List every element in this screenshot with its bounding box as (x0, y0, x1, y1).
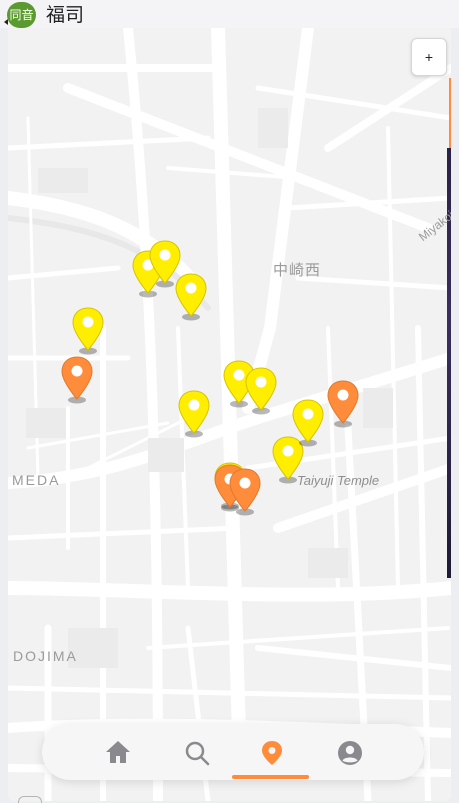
user-icon (338, 741, 362, 765)
map-pin-marker[interactable] (291, 399, 325, 447)
map-pin-marker[interactable] (326, 380, 360, 428)
map-label-dojima: DOJIMA (13, 648, 78, 664)
search-icon (185, 741, 210, 766)
map-pin-icon (262, 741, 282, 765)
nav-item-search[interactable] (166, 724, 226, 780)
map-pin-marker[interactable] (60, 356, 94, 404)
map-pin-marker[interactable] (228, 468, 262, 516)
nav-item-home[interactable] (87, 724, 147, 780)
map-pin-marker[interactable] (174, 273, 208, 321)
zoom-in-button[interactable]: + (411, 38, 447, 76)
map-pin-icon (229, 468, 261, 516)
app-header: 同音 福司 (0, 0, 459, 28)
map-pin-icon (72, 307, 104, 355)
map-pin-marker[interactable] (71, 307, 105, 355)
map-pin-marker[interactable] (177, 390, 211, 438)
map-pin-icon (292, 399, 324, 447)
brand-badge: 同音 (7, 2, 36, 28)
map-label-nakazaki: 中崎西 (273, 261, 322, 279)
home-icon (106, 741, 130, 763)
map-streets (8, 28, 451, 801)
map-view[interactable]: 中崎西 MEDA DOJIMA Taiyuji Temple Miyakoj + (8, 28, 451, 801)
map-label-taiyuji-temple: Taiyuji Temple (297, 473, 380, 488)
map-pin-icon (245, 367, 277, 415)
nav-item-profile[interactable] (319, 724, 379, 780)
nav-active-indicator (232, 775, 309, 779)
map-pin-icon (178, 390, 210, 438)
map-pin-icon (61, 356, 93, 404)
app-title: 福司 (46, 4, 85, 26)
map-label-meda: MEDA (12, 472, 61, 488)
map-pin-icon (175, 273, 207, 321)
map-pin-icon (327, 380, 359, 428)
bottom-navigation (42, 724, 424, 780)
app-frame: 同音 福司 中崎西 MEDA DOJIMA Taiyuji Temple Miy… (0, 0, 459, 803)
map-pin-marker[interactable] (244, 367, 278, 415)
scroll-handle[interactable] (18, 796, 42, 803)
nav-item-map[interactable] (242, 724, 302, 780)
